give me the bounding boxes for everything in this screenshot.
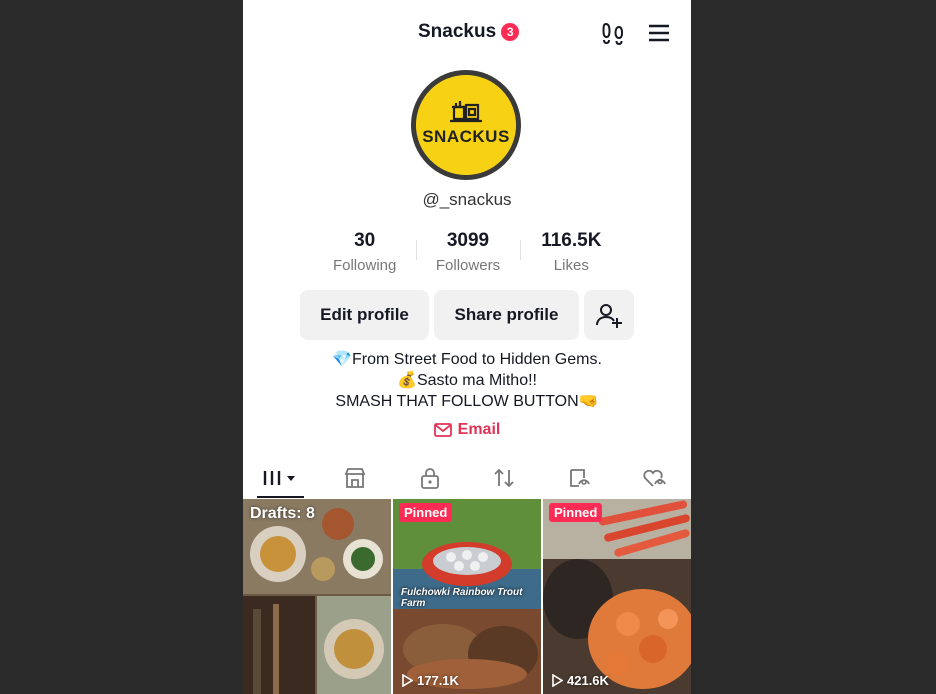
play-icon [552, 674, 563, 687]
add-friend-button[interactable] [584, 290, 634, 340]
following-label: Following [332, 257, 397, 274]
email-link[interactable]: Email [243, 421, 691, 439]
play-icon [402, 674, 413, 687]
video-tile[interactable]: Pinned 421.6K [543, 499, 691, 694]
drafts-tile[interactable]: Drafts: 8 [243, 499, 391, 694]
mail-icon [433, 423, 452, 437]
grid-icon [264, 471, 296, 485]
tab-reposts[interactable] [467, 458, 542, 498]
likes-stat[interactable]: 116.5K Likes [519, 230, 623, 280]
followers-count: 3099 [446, 230, 490, 251]
view-count: 421.6K [551, 673, 609, 688]
followers-stat[interactable]: 3099 Followers [416, 230, 519, 280]
video-thumbnail [543, 499, 691, 694]
drafts-thumbnail [243, 499, 391, 694]
likes-count: 116.5K [541, 230, 602, 251]
repost-icon [494, 468, 514, 488]
edit-profile-button[interactable]: Edit profile [300, 290, 429, 340]
tab-liked[interactable] [616, 458, 691, 498]
following-stat[interactable]: 30 Following [313, 230, 416, 280]
tab-private[interactable] [392, 458, 467, 498]
profile-bio: 💎From Street Food to Hidden Gems. 💰Sasto… [243, 349, 691, 412]
top-bar: Snackus 3 [243, 14, 691, 50]
account-switcher[interactable]: Snackus 3 [418, 21, 520, 43]
followers-label: Followers [435, 257, 501, 274]
avatar[interactable]: SNACKUS [411, 70, 521, 180]
likes-label: Likes [553, 257, 589, 274]
share-profile-button[interactable]: Share profile [434, 290, 579, 340]
video-caption: Fulchowki Rainbow Trout Farm [401, 587, 523, 609]
lock-icon [420, 468, 439, 489]
content-tabs [243, 458, 691, 498]
tab-shop[interactable] [318, 458, 393, 498]
profile-stats: 30 Following 3099 Followers 116.5K Likes [313, 230, 623, 280]
shop-icon [344, 468, 366, 488]
snackus-logo: SNACKUS [416, 75, 516, 175]
tab-tagged[interactable] [542, 458, 617, 498]
tagged-icon [570, 469, 590, 487]
pinned-badge: Pinned [549, 503, 603, 522]
bio-line: 💰Sasto ma Mitho!! [397, 372, 537, 389]
bio-line: SMASH THAT FOLLOW BUTTON🤜 [335, 393, 599, 410]
profile-screen: Snackus 3 SNACKUS @_snackus 30 Following… [243, 0, 691, 694]
svg-text:SNACKUS: SNACKUS [422, 127, 510, 146]
video-grid: Drafts: 8 Pinned Fulchowki Rainbow Trout [243, 499, 691, 694]
bio-line: 💎From Street Food to Hidden Gems. [332, 351, 602, 368]
username-handle: @_snackus [422, 190, 512, 209]
video-tile[interactable]: Pinned Fulchowki Rainbow Trout Farm 177.… [393, 499, 541, 694]
notification-badge: 3 [501, 23, 520, 41]
add-person-icon [596, 304, 622, 328]
drafts-count: Drafts: 8 [250, 505, 315, 522]
pinned-badge: Pinned [399, 503, 453, 522]
liked-icon [643, 469, 666, 487]
profile-title: Snackus [418, 21, 497, 42]
tab-videos[interactable] [243, 458, 318, 498]
view-count-value: 421.6K [567, 673, 609, 688]
menu-icon[interactable] [646, 20, 672, 46]
view-count-value: 177.1K [417, 673, 459, 688]
following-count: 30 [354, 230, 376, 251]
view-count: 177.1K [401, 673, 459, 688]
footprints-icon[interactable] [600, 20, 626, 46]
email-label: Email [457, 421, 501, 438]
